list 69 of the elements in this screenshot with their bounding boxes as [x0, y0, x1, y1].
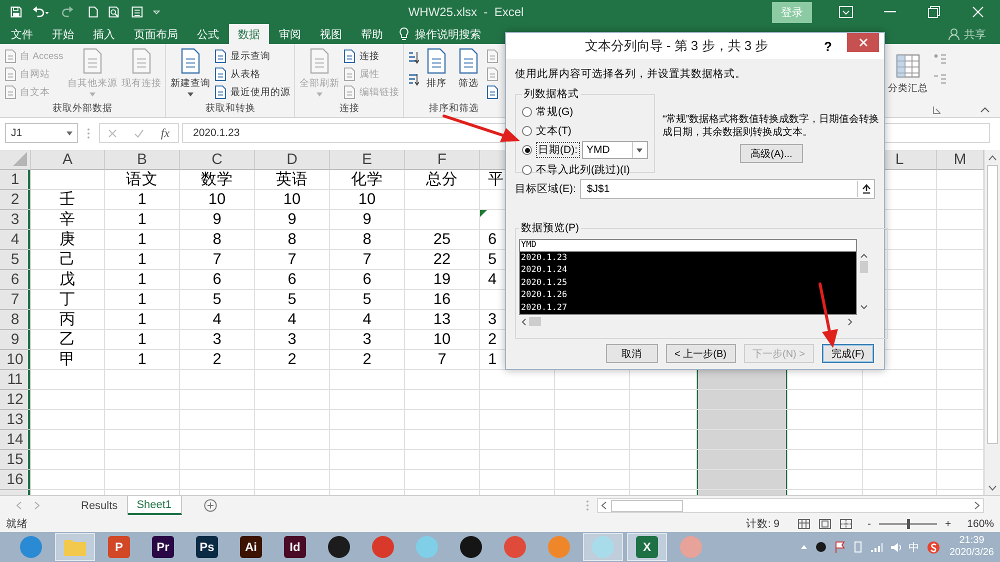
table-cell: 6	[330, 270, 405, 290]
table-cell: 壬	[31, 190, 105, 210]
preview-row-text: 2020.1.26	[520, 289, 568, 302]
group-label: 获取和转换	[204, 102, 256, 116]
table-cell: 3	[255, 330, 330, 350]
table-cell: 16	[405, 290, 480, 310]
table-cell: 丁	[31, 290, 105, 310]
table-cell: 6	[255, 270, 330, 290]
group-label: 列数据格式	[523, 87, 580, 101]
table-cell: 10	[405, 330, 480, 350]
table-cell: 丙	[31, 310, 105, 330]
table-cell: 5	[330, 290, 405, 310]
table-cell: 19	[405, 270, 480, 290]
table-cell: 庚	[31, 230, 105, 250]
table-cell: 3	[180, 330, 255, 350]
table-cell: 8	[255, 230, 330, 250]
table-cell: 1	[105, 250, 180, 270]
table-cell: 2	[330, 350, 405, 370]
table-cell: 1	[105, 270, 180, 290]
table-cell: 9	[330, 210, 405, 230]
instruction-text: 使用此屏内容可选择各列，并设置其数据格式。	[515, 67, 747, 81]
table-cell: 7	[180, 250, 255, 270]
status-text: 就绪	[6, 516, 28, 530]
group-label: 获取外部数据	[52, 102, 114, 116]
table-cell: 数学	[180, 170, 255, 190]
table-cell: 4	[330, 310, 405, 330]
table-cell: 1	[105, 350, 180, 370]
table-cell: 1	[105, 290, 180, 310]
table-cell: 己	[31, 250, 105, 270]
table-cell: 1	[105, 190, 180, 210]
table-cell: 2	[180, 350, 255, 370]
table-cell: 7	[405, 350, 480, 370]
table-cell: 5	[180, 290, 255, 310]
table-cell: 8	[180, 230, 255, 250]
table-cell: 4	[255, 310, 330, 330]
table-cell: 8	[330, 230, 405, 250]
table-cell: 1	[105, 210, 180, 230]
group-label: 排序和筛选	[428, 102, 480, 116]
table-cell: 化学	[330, 170, 405, 190]
table-cell: 1	[105, 230, 180, 250]
table-cell: 7	[255, 250, 330, 270]
table-cell: 25	[405, 230, 480, 250]
table-cell: 辛	[31, 210, 105, 230]
table-cell: 总分	[405, 170, 480, 190]
table-cell: 13	[405, 310, 480, 330]
status-count: 计数: 9	[746, 516, 780, 530]
table-cell: 甲	[31, 350, 105, 370]
table-cell: 1	[105, 330, 180, 350]
description-text: “常规”数据格式将数值转换成数字，日期值会转换成日期，其余数据则转换成文本。	[662, 113, 880, 139]
table-cell: 5	[255, 290, 330, 310]
table-cell: 10	[180, 190, 255, 210]
table-cell: 1	[105, 310, 180, 330]
table-cell: 英语	[255, 170, 330, 190]
table-cell: 6	[180, 270, 255, 290]
table-cell: 戊	[31, 270, 105, 290]
table-cell: 语文	[105, 170, 180, 190]
table-cell: 3	[330, 330, 405, 350]
table-cell: 4	[180, 310, 255, 330]
table-cell: 10	[330, 190, 405, 210]
window-title: WHW25.xlsx - Excel	[407, 5, 525, 19]
table-cell: 10	[255, 190, 330, 210]
group-label: 连接	[338, 102, 360, 116]
table-cell: 2	[255, 350, 330, 370]
table-cell: 9	[255, 210, 330, 230]
table-cell: 9	[180, 210, 255, 230]
table-cell: 乙	[31, 330, 105, 350]
dialog-title: 文本分列向导 - 第 3 步，共 3 步	[584, 37, 770, 55]
table-cell: 7	[330, 250, 405, 270]
table-cell: 22	[405, 250, 480, 270]
